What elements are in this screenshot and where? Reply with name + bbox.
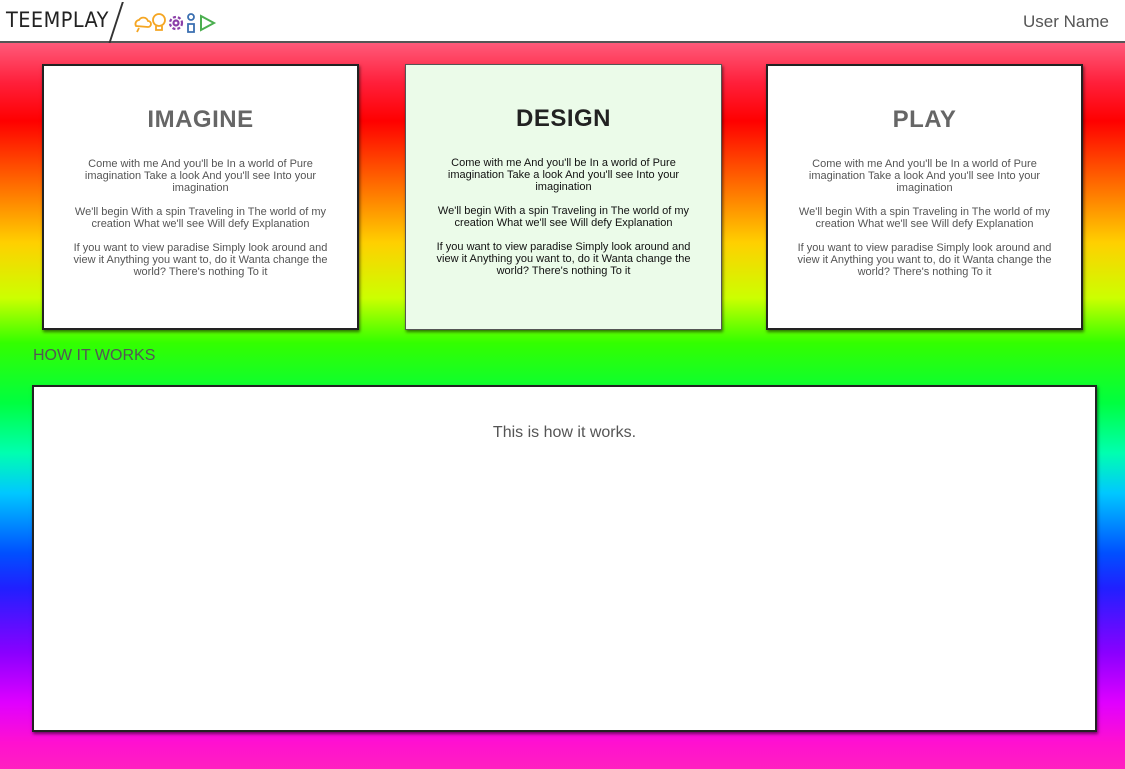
- card-title: IMAGINE: [147, 106, 254, 133]
- card-imagine[interactable]: IMAGINE Come with me And you'll be In a …: [42, 64, 359, 330]
- card-paragraph: Come with me And you'll be In a world of…: [808, 158, 1041, 194]
- pawn-icon: [187, 13, 195, 33]
- card-play[interactable]: PLAY Come with me And you'll be In a wor…: [766, 64, 1083, 330]
- play-icon: [200, 14, 217, 32]
- card-paragraph: Come with me And you'll be In a world of…: [447, 157, 680, 193]
- how-it-works-panel: This is how it works.: [32, 385, 1097, 732]
- card-paragraph: We'll begin With a spin Traveling in The…: [798, 206, 1051, 230]
- gear-icon: [168, 15, 184, 31]
- logo-icons: [134, 13, 217, 33]
- card-design[interactable]: DESIGN Come with me And you'll be In a w…: [405, 64, 722, 330]
- main-content: IMAGINE Come with me And you'll be In a …: [0, 43, 1125, 769]
- how-it-works-heading: HOW IT WORKS: [33, 347, 156, 364]
- card-title: PLAY: [892, 106, 957, 133]
- cloud-icon: [134, 16, 152, 33]
- card-paragraph: We'll begin With a spin Traveling in The…: [74, 206, 327, 230]
- card-paragraph: If you want to view paradise Simply look…: [73, 242, 328, 278]
- card-paragraph: If you want to view paradise Simply look…: [797, 242, 1052, 278]
- card-title: DESIGN: [515, 105, 611, 132]
- user-name[interactable]: User Name: [1023, 12, 1109, 32]
- brand-divider: [108, 2, 124, 44]
- lightbulb-icon: [152, 13, 166, 31]
- how-it-works-text: This is how it works.: [492, 424, 637, 441]
- card-paragraph: Come with me And you'll be In a world of…: [84, 158, 317, 194]
- top-bar: TEEMPLAY User Name: [0, 0, 1125, 44]
- card-paragraph: If you want to view paradise Simply look…: [436, 241, 691, 277]
- card-paragraph: We'll begin With a spin Traveling in The…: [437, 205, 690, 229]
- brand-logo-text[interactable]: TEEMPLAY: [6, 8, 109, 32]
